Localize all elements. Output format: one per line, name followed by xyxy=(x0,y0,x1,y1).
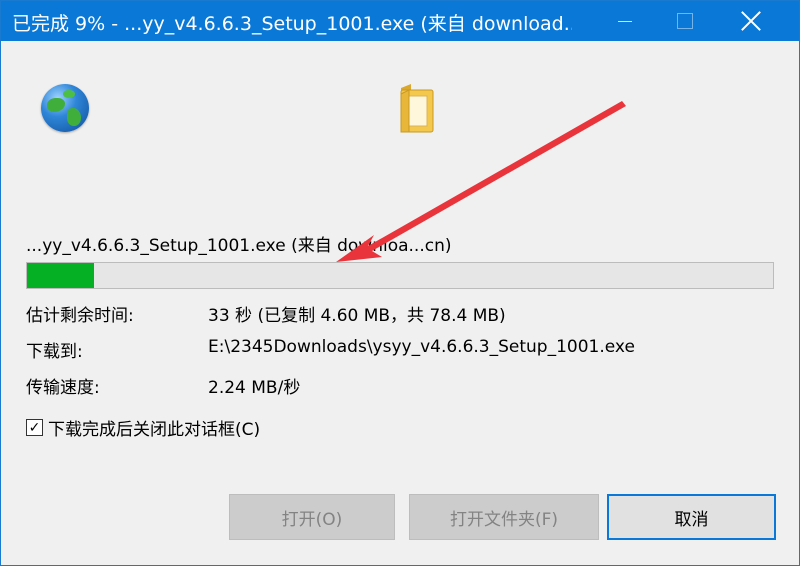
file-name-label: ...yy_v4.6.6.3_Setup_1001.exe (来自 downlo… xyxy=(26,236,452,256)
download-progress-bar xyxy=(26,262,774,289)
remaining-time-label: 估计剩余时间: xyxy=(26,306,134,326)
open-folder-button: 打开文件夹(F) xyxy=(409,494,599,540)
maximize-button xyxy=(655,1,715,41)
close-on-complete-checkbox[interactable]: ✓ xyxy=(26,419,43,436)
close-on-complete-label: 下载完成后关闭此对话框(C) xyxy=(48,420,261,440)
cancel-button[interactable]: 取消 xyxy=(607,494,776,540)
speed-label: 传输速度: xyxy=(26,378,100,398)
maximize-icon xyxy=(677,13,693,29)
open-button: 打开(O) xyxy=(229,494,395,540)
close-icon xyxy=(741,11,761,31)
close-button[interactable] xyxy=(721,1,781,41)
minimize-icon xyxy=(618,20,632,22)
remaining-time-value: 33 秒 (已复制 4.60 MB，共 78.4 MB) xyxy=(208,306,506,326)
title-bar[interactable]: 已完成 9% - ...yy_v4.6.6.3_Setup_1001.exe (… xyxy=(1,1,799,41)
destination-label: 下载到: xyxy=(26,342,83,362)
close-on-complete-option[interactable]: ✓ 下载完成后关闭此对话框(C) xyxy=(26,415,260,440)
globe-icon xyxy=(41,84,89,132)
minimize-button[interactable] xyxy=(595,1,655,41)
window-title: 已完成 9% - ...yy_v4.6.6.3_Setup_1001.exe (… xyxy=(12,13,572,35)
destination-value: E:\2345Downloads\ysyy_v4.6.6.3_Setup_100… xyxy=(208,337,635,357)
folder-icon xyxy=(400,84,434,133)
check-icon: ✓ xyxy=(28,419,41,436)
progress-fill xyxy=(27,263,95,288)
download-dialog: 已完成 9% - ...yy_v4.6.6.3_Setup_1001.exe (… xyxy=(0,0,800,566)
speed-value: 2.24 MB/秒 xyxy=(208,378,301,398)
